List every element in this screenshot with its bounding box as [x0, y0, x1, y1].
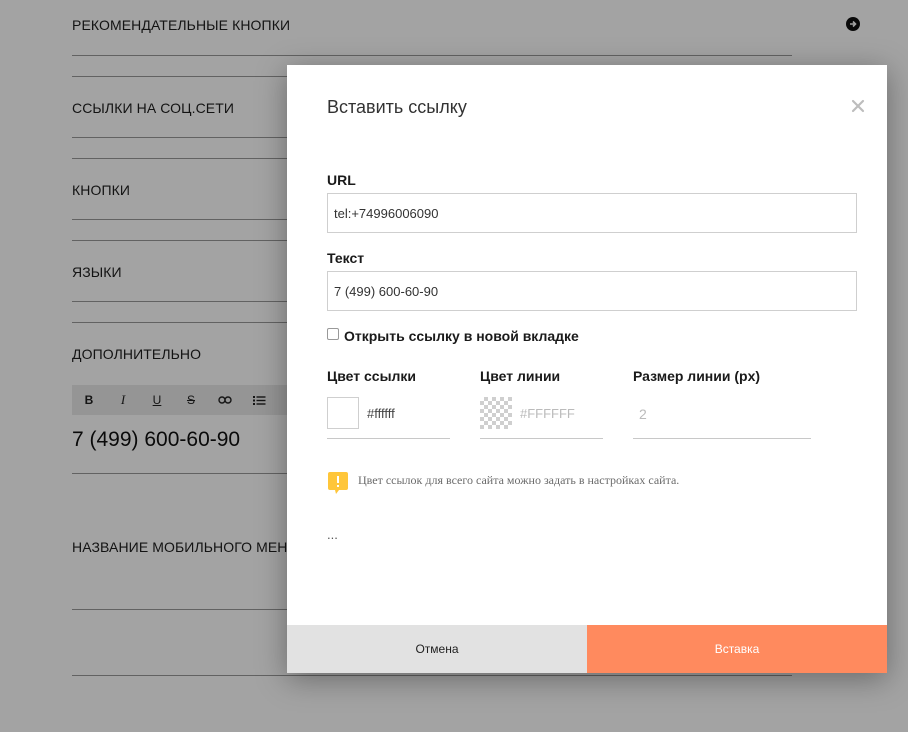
- link-color-value[interactable]: #ffffff: [367, 406, 395, 421]
- line-color-swatch[interactable]: [480, 397, 512, 429]
- text-label: Текст: [327, 250, 365, 266]
- line-size-label: Размер линии (px): [633, 368, 761, 384]
- insert-button[interactable]: Вставка: [587, 625, 887, 673]
- dialog-footer: Отмена Вставка: [287, 625, 887, 673]
- url-label: URL: [327, 172, 356, 188]
- line-size-placeholder[interactable]: 2: [639, 406, 647, 422]
- note-text: Цвет ссылок для всего сайта можно задать…: [358, 473, 680, 487]
- line-color-field[interactable]: #FFFFFF: [480, 397, 603, 439]
- link-color-field[interactable]: #ffffff: [327, 397, 450, 439]
- url-input[interactable]: [327, 193, 857, 233]
- line-color-placeholder[interactable]: #FFFFFF: [520, 406, 575, 421]
- more-ellipsis: ...: [327, 527, 338, 542]
- exclamation-icon: [327, 472, 349, 494]
- line-size-field[interactable]: 2: [633, 397, 811, 439]
- link-color-label: Цвет ссылки: [327, 368, 417, 384]
- link-color-swatch[interactable]: [327, 397, 359, 429]
- new-tab-option[interactable]: Открыть ссылку в новой вкладке: [327, 328, 579, 344]
- close-icon[interactable]: [849, 97, 867, 115]
- new-tab-label[interactable]: Открыть ссылку в новой вкладке: [344, 328, 579, 344]
- text-input[interactable]: [327, 271, 857, 311]
- cancel-button[interactable]: Отмена: [287, 625, 587, 673]
- dialog-title: Вставить ссылку: [327, 97, 467, 117]
- line-color-label: Цвет линии: [480, 368, 561, 384]
- site-color-note: Цвет ссылок для всего сайта можно задать…: [327, 472, 679, 494]
- insert-link-dialog: Вставить ссылку URL Текст Открыть ссылку…: [287, 65, 887, 673]
- new-tab-checkbox[interactable]: [327, 328, 339, 340]
